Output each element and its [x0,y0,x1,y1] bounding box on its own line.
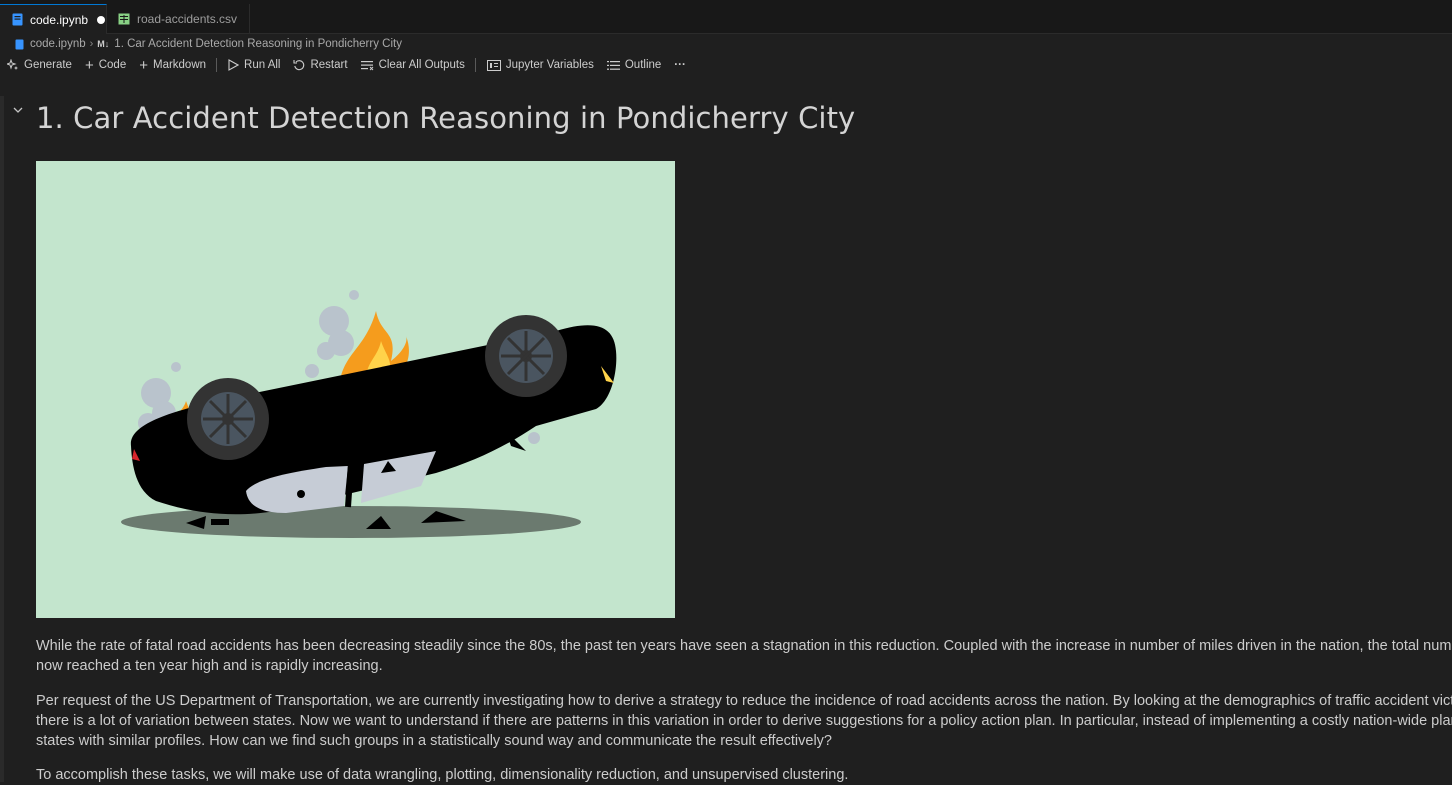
outline-button[interactable]: Outline [606,59,662,71]
generate-button[interactable]: Generate [7,59,72,71]
paragraph-2-line-2: there is a lot of variation between stat… [36,713,1452,729]
toolbar-divider [216,58,218,72]
tab-label: code.ipynb [30,12,89,27]
paragraph-3-line-1: To accomplish these tasks, we will make … [36,767,849,783]
markdown-label: Markdown [152,59,207,71]
generate-label: Generate [24,59,72,71]
unsaved-dot-icon[interactable] [97,15,106,24]
tab-road-accidents-csv[interactable]: road-accidents.csv [107,4,250,34]
restart-icon [293,59,305,71]
chevron-right-icon: › [89,38,94,50]
tab-code-ipynb[interactable]: code.ipynb [0,4,107,34]
clear-all-outputs-button[interactable]: Clear All Outputs [360,59,465,71]
markdown-icon: M↓ [97,39,110,49]
breadcrumb-file[interactable]: code.ipynb [15,38,86,50]
paragraph-1-line-1: While the rate of fatal road accidents h… [36,638,1452,654]
outline-label: Outline [624,59,662,71]
cell-focus-indicator [0,96,4,782]
toolbar-divider [474,58,476,72]
overturned-car-illustration [36,161,675,618]
notebook-toolbar: Generate + Code + Markdown Run All Resta… [0,54,1452,76]
breadcrumb-file-label: code.ipynb [30,38,86,50]
variables-icon [486,59,501,71]
cell-heading: 1. Car Accident Detection Reasoning in P… [36,101,856,135]
outline-icon [606,60,620,71]
run-all-label: Run All [244,59,281,71]
breadcrumb-section[interactable]: M↓ 1. Car Accident Detection Reasoning i… [97,38,402,50]
jupyter-variables-label: Jupyter Variables [505,59,594,71]
paragraph-2-line-3: states with similar profiles. How can we… [36,733,832,749]
breadcrumb-section-label: 1. Car Accident Detection Reasoning in P… [114,38,402,50]
code-label: Code [98,59,127,71]
chevron-down-icon[interactable] [13,103,23,117]
notebook-icon [15,39,24,50]
more-actions-button[interactable]: ··· [674,59,686,71]
notebook-icon [10,13,24,27]
plus-icon: + [84,56,94,74]
ellipsis-icon: ··· [674,59,686,71]
restart-button[interactable]: Restart [293,59,348,71]
run-icon [228,59,240,71]
tab-label: road-accidents.csv [137,12,238,26]
run-all-button[interactable]: Run All [228,59,280,71]
jupyter-variables-button[interactable]: Jupyter Variables [486,59,594,71]
add-markdown-cell-button[interactable]: + Markdown [139,57,206,74]
editor-tab-bar: code.ipynb road-accidents.csv [0,0,1452,34]
clear-all-outputs-label: Clear All Outputs [378,59,465,71]
add-code-cell-button[interactable]: + Code [85,57,126,74]
paragraph-2-line-1: Per request of the US Department of Tran… [36,693,1452,709]
paragraph-1-line-2: now reached a ten year high and is rapid… [36,658,383,674]
clear-all-icon [360,60,374,71]
breadcrumb: code.ipynb › M↓ 1. Car Accident Detectio… [0,35,1452,53]
restart-label: Restart [310,59,348,71]
plus-icon: + [139,56,148,74]
csv-icon [117,12,131,26]
sparkle-icon [7,59,19,71]
